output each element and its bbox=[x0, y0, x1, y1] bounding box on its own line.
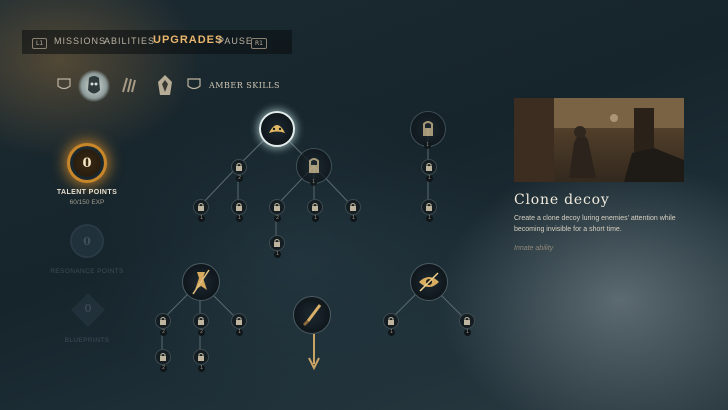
node-level: 1 bbox=[236, 215, 243, 222]
skill-node-dagger[interactable] bbox=[293, 296, 331, 334]
lock-icon bbox=[198, 317, 204, 325]
lock-icon bbox=[426, 203, 432, 211]
skill-title: Clone decoy bbox=[514, 192, 610, 208]
node-level: 1 bbox=[198, 365, 205, 372]
node-level: 2 bbox=[236, 175, 243, 182]
lock-icon bbox=[423, 121, 433, 136]
skill-node-locked[interactable]: 1 bbox=[193, 349, 209, 372]
node-level: 1 bbox=[310, 179, 317, 186]
lock-icon bbox=[236, 317, 242, 325]
lock-icon bbox=[350, 203, 356, 211]
lock-icon bbox=[274, 203, 280, 211]
skill-node-locked[interactable]: 2 bbox=[269, 199, 285, 222]
skill-node-locked[interactable]: 1 bbox=[345, 199, 361, 222]
skill-node-locked-root[interactable]: 1 bbox=[410, 111, 446, 149]
node-level: 1 bbox=[388, 329, 395, 336]
skill-node-locked[interactable]: 1 bbox=[231, 199, 247, 222]
node-level: 1 bbox=[424, 142, 431, 149]
node-level: 2 bbox=[198, 329, 205, 336]
skill-node-eye[interactable] bbox=[410, 263, 448, 301]
skill-node-locked[interactable]: 2 bbox=[193, 313, 209, 336]
lock-icon bbox=[274, 239, 280, 247]
skill-node-clone-decoy[interactable] bbox=[259, 111, 295, 147]
node-level: 1 bbox=[464, 329, 471, 336]
node-level: 1 bbox=[312, 215, 319, 222]
skill-node-knife[interactable] bbox=[182, 263, 220, 301]
skill-node-locked[interactable]: 1 bbox=[421, 159, 437, 182]
dagger-icon bbox=[302, 304, 322, 327]
node-level: 1 bbox=[426, 215, 433, 222]
eye-slash-icon bbox=[419, 272, 439, 292]
skill-node-locked[interactable]: 1 bbox=[269, 235, 285, 258]
knife-figure-icon bbox=[192, 269, 210, 295]
lock-icon bbox=[160, 353, 166, 361]
node-level: 1 bbox=[198, 215, 205, 222]
skill-node-locked[interactable]: 2 bbox=[231, 159, 247, 182]
lock-icon bbox=[309, 158, 319, 173]
skill-description: Create a clone decoy luring enemies' att… bbox=[514, 215, 676, 233]
skill-node-locked[interactable]: 1 bbox=[231, 313, 247, 336]
node-level: 2 bbox=[160, 329, 167, 336]
node-level: 2 bbox=[160, 365, 167, 372]
skill-node-locked[interactable]: 1 bbox=[383, 313, 399, 336]
mask-hood-icon bbox=[269, 125, 285, 133]
lock-icon bbox=[464, 317, 470, 325]
lock-icon bbox=[198, 353, 204, 361]
skill-node-locked[interactable]: 1 bbox=[421, 199, 437, 222]
skill-node-locked[interactable]: 1 bbox=[307, 199, 323, 222]
lock-icon bbox=[236, 203, 242, 211]
skill-node-locked[interactable]: 2 bbox=[155, 313, 171, 336]
lock-icon bbox=[198, 203, 204, 211]
skill-node-locked[interactable]: 1 bbox=[459, 313, 475, 336]
lock-icon bbox=[388, 317, 394, 325]
arrow-down-icon bbox=[308, 334, 320, 371]
lock-icon bbox=[312, 203, 318, 211]
skill-type: Innate ability bbox=[514, 245, 554, 252]
lock-icon bbox=[426, 163, 432, 171]
skill-node-locked[interactable]: 2 bbox=[155, 349, 171, 372]
node-level: 2 bbox=[274, 215, 281, 222]
node-level: 1 bbox=[274, 251, 281, 258]
node-level: 1 bbox=[350, 215, 357, 222]
skill-tree-connectors bbox=[161, 127, 467, 356]
skill-node-locked-upgrade[interactable]: 1 bbox=[296, 148, 332, 186]
lock-icon bbox=[160, 317, 166, 325]
lock-icon bbox=[236, 163, 242, 171]
skill-preview-image bbox=[514, 98, 684, 182]
node-level: 1 bbox=[236, 329, 243, 336]
node-level: 1 bbox=[426, 175, 433, 182]
skill-node-locked[interactable]: 1 bbox=[193, 199, 209, 222]
